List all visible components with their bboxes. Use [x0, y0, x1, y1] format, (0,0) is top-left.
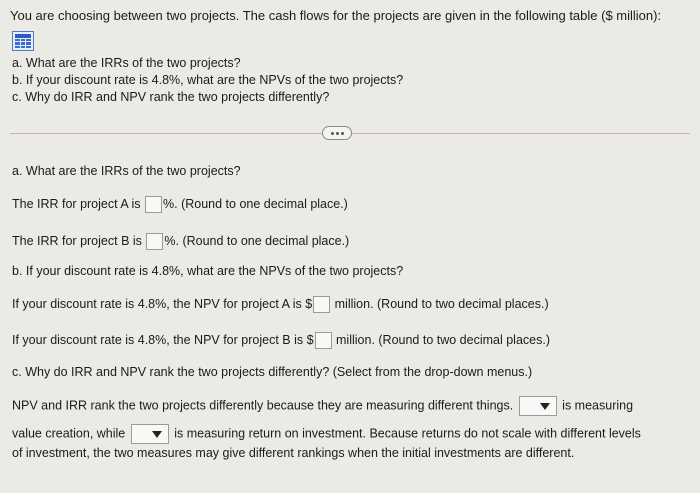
- part-c-line2: value creation, while is measuring retur…: [12, 424, 641, 444]
- part-c-heading: c. Why do IRR and NPV rank the two proje…: [12, 365, 533, 379]
- measure-dropdown-1[interactable]: [518, 396, 557, 416]
- question-b: b. If your discount rate is 4.8%, what a…: [12, 73, 404, 87]
- irr-a-label: The IRR for project A is: [12, 196, 141, 211]
- intro-text: You are choosing between two projects. T…: [10, 8, 662, 23]
- irr-a-suffix: %. (Round to one decimal place.): [163, 196, 348, 211]
- part-c-line3: of investment, the two measures may give…: [12, 446, 575, 460]
- question-c: c. Why do IRR and NPV rank the two proje…: [12, 90, 330, 104]
- question-page: You are choosing between two projects. T…: [0, 0, 700, 493]
- table-grid-icon[interactable]: [12, 31, 34, 51]
- irr-a-input[interactable]: [145, 196, 163, 213]
- npv-b-row: If your discount rate is 4.8%, the NPV f…: [12, 332, 550, 349]
- npv-a-suffix: million. (Round to two decimal places.): [334, 296, 549, 311]
- question-a: a. What are the IRRs of the two projects…: [12, 56, 241, 70]
- more-dots-icon[interactable]: [322, 126, 352, 140]
- npv-b-input[interactable]: [314, 332, 332, 349]
- part-c-line2-start: value creation, while: [12, 426, 126, 441]
- npv-b-suffix: million. (Round to two decimal places.): [336, 332, 550, 347]
- part-c-line1-end: is measuring: [562, 398, 634, 413]
- part-a-heading: a. What are the IRRs of the two projects…: [12, 164, 241, 178]
- npv-a-row: If your discount rate is 4.8%, the NPV f…: [12, 296, 549, 313]
- part-b-heading: b. If your discount rate is 4.8%, what a…: [12, 264, 404, 278]
- measure-dropdown-2[interactable]: [130, 424, 169, 444]
- irr-a-row: The IRR for project A is %. (Round to on…: [12, 196, 348, 213]
- part-c-line1: NPV and IRR rank the two projects differ…: [12, 396, 633, 416]
- part-c-line1-start: NPV and IRR rank the two projects differ…: [12, 398, 514, 413]
- npv-a-label: If your discount rate is 4.8%, the NPV f…: [12, 296, 313, 311]
- part-c-line2-end: is measuring return on investment. Becau…: [174, 426, 641, 441]
- npv-a-input[interactable]: [313, 296, 331, 313]
- irr-b-input[interactable]: [146, 233, 164, 250]
- irr-b-row: The IRR for project B is %. (Round to on…: [12, 233, 349, 250]
- npv-b-label: If your discount rate is 4.8%, the NPV f…: [12, 332, 314, 347]
- irr-b-suffix: %. (Round to one decimal place.): [164, 233, 350, 248]
- irr-b-label: The IRR for project B is: [12, 233, 142, 248]
